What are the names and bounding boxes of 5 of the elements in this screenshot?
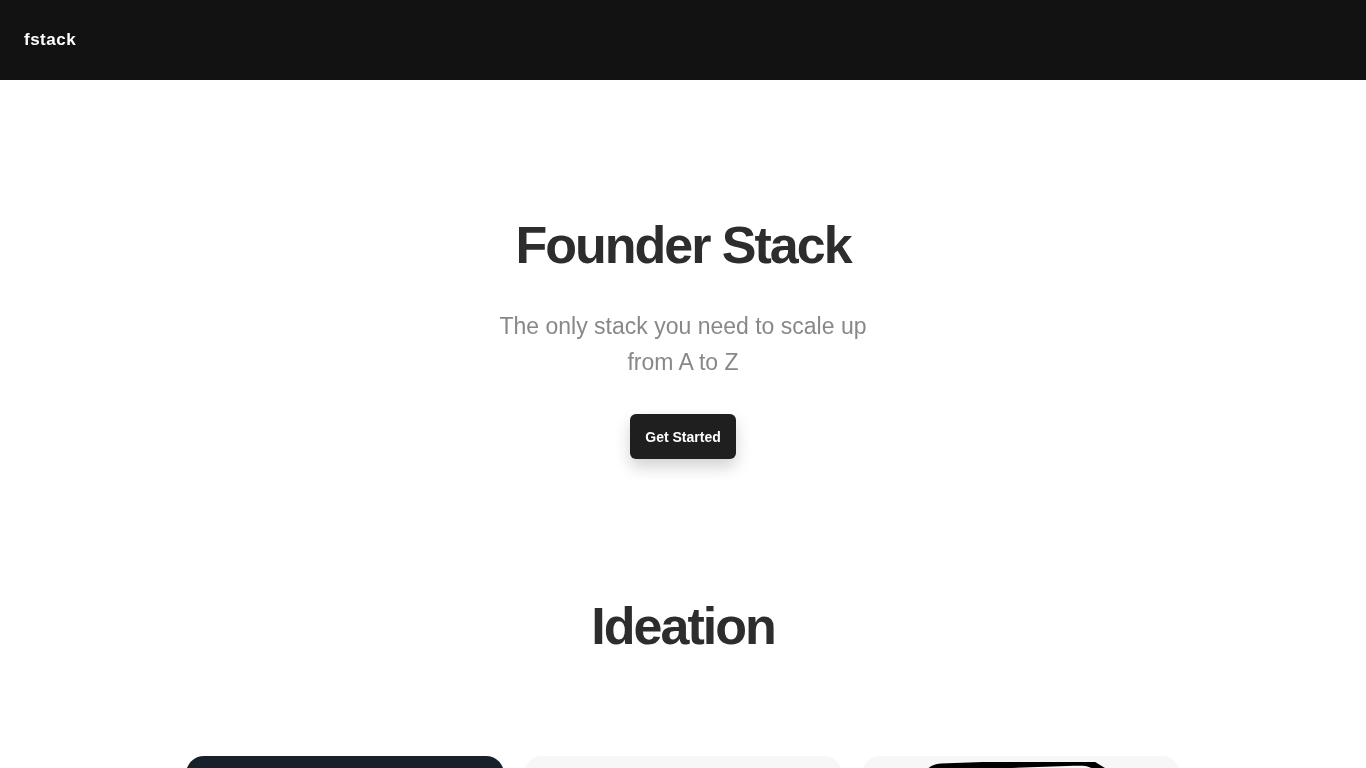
get-started-button[interactable]: Get Started [630, 414, 736, 459]
section-title: Ideation [590, 596, 776, 657]
brand-logo[interactable]: fstack [24, 30, 77, 50]
hero-title: Founder Stack [515, 215, 851, 276]
hero-subtitle: The only stack you need to scale up from A to Z [498, 312, 868, 377]
